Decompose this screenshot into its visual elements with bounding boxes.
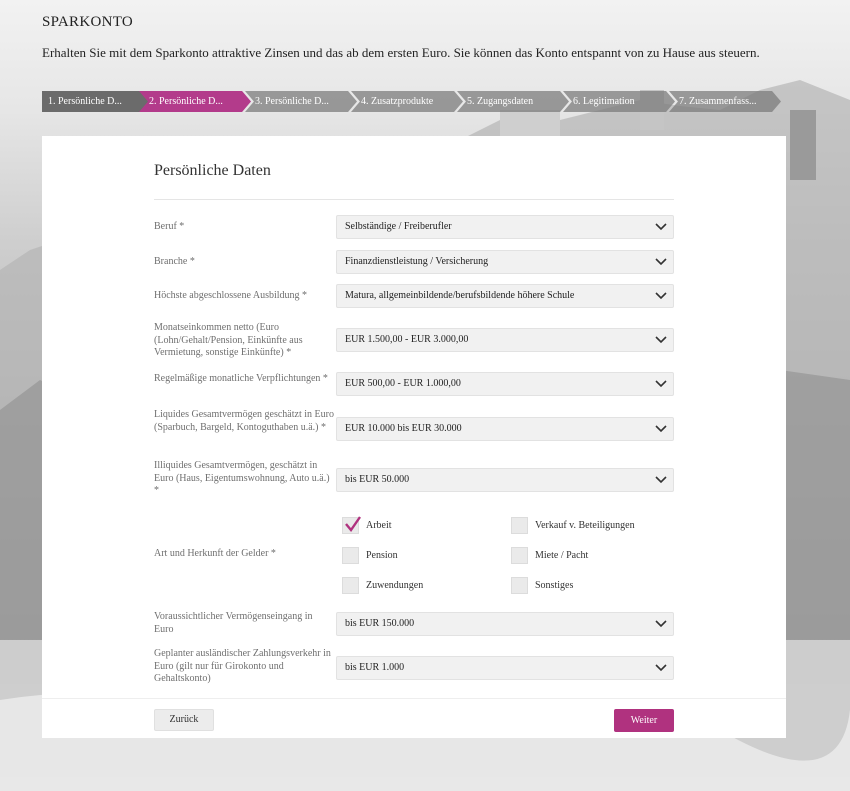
einkommen-select[interactable]: EUR 1.500,00 - EUR 3.000,00	[336, 328, 674, 352]
checkbox[interactable]	[511, 517, 528, 534]
funds-label: Art und Herkunft der Gelder *	[154, 548, 276, 559]
form-card: Persönliche Daten Beruf * Selbständige /…	[42, 136, 786, 738]
check-label: Verkauf v. Beteiligungen	[535, 520, 635, 531]
chevron-down-icon	[655, 664, 667, 672]
verpflichtungen-label: Regelmäßige monatliche Verpflichtungen *	[154, 373, 328, 384]
check-label: Sonstiges	[535, 580, 574, 591]
illiquides-select[interactable]: bis EUR 50.000	[336, 468, 674, 492]
chevron-down-icon	[655, 425, 667, 433]
vermoegenseingang-value: bis EUR 150.000	[345, 618, 415, 629]
illiquides-label: Illiquides Gesamtvermögen, geschätzt in …	[154, 460, 330, 496]
einkommen-value: EUR 1.500,00 - EUR 3.000,00	[345, 334, 469, 345]
liquides-select[interactable]: EUR 10.000 bis EUR 30.000	[336, 417, 674, 441]
verpflichtungen-value: EUR 500,00 - EUR 1.000,00	[345, 378, 461, 389]
step-3[interactable]: 3. Persönliche D...	[245, 91, 357, 112]
check-label: Zuwendungen	[366, 580, 424, 591]
funds-option-verkauf[interactable]: Verkauf v. Beteiligungen	[511, 517, 635, 534]
zahlungsverkehr-select[interactable]: bis EUR 1.000	[336, 656, 674, 680]
funds-option-sonstiges[interactable]: Sonstiges	[511, 577, 573, 594]
chevron-down-icon	[655, 258, 667, 266]
back-button[interactable]: Zurück	[154, 709, 214, 731]
chevron-down-icon	[655, 336, 667, 344]
chevron-down-icon	[655, 380, 667, 388]
check-label: Arbeit	[366, 520, 392, 531]
funds-option-arbeit[interactable]: Arbeit	[342, 516, 392, 534]
vermoegenseingang-label: Voraussichtlicher Vermögenseingang in Eu…	[154, 611, 313, 635]
checkbox[interactable]	[342, 516, 361, 534]
einkommen-label: Monatseinkommen netto (Euro (Lohn/Gehalt…	[154, 322, 303, 358]
step-4[interactable]: 4. Zusatzprodukte	[351, 91, 463, 112]
checkbox[interactable]	[342, 547, 359, 564]
beruf-value: Selbständige / Freiberufler	[345, 221, 452, 232]
step-7[interactable]: 7. Zusammenfass...	[669, 91, 781, 112]
liquides-label: Liquides Gesamtvermögen geschätzt in Eur…	[154, 409, 334, 433]
check-label: Miete / Pacht	[535, 550, 589, 561]
checkbox[interactable]	[511, 577, 528, 594]
funds-option-pension[interactable]: Pension	[342, 547, 398, 564]
funds-option-zuwendungen[interactable]: Zuwendungen	[342, 577, 423, 594]
branche-select[interactable]: Finanzdienstleistung / Versicherung	[336, 250, 674, 274]
step-5[interactable]: 5. Zugangsdaten	[457, 91, 569, 112]
beruf-select[interactable]: Selbständige / Freiberufler	[336, 215, 674, 239]
zahlungsverkehr-label: Geplanter ausländischer Zahlungsverkehr …	[154, 648, 331, 684]
step-6[interactable]: 6. Legitimation	[563, 91, 675, 112]
funds-option-miete[interactable]: Miete / Pacht	[511, 547, 588, 564]
step-progress: 1. Persönliche D... 2. Persönliche D... …	[42, 91, 787, 112]
chevron-down-icon	[655, 223, 667, 231]
illiquides-value: bis EUR 50.000	[345, 474, 410, 485]
checkbox[interactable]	[342, 577, 359, 594]
footer-divider	[42, 698, 786, 699]
page-title: SPARKONTO	[42, 14, 134, 30]
page-header: SPARKONTO	[42, 14, 133, 31]
title-divider	[154, 199, 674, 200]
form-title: Persönliche Daten	[154, 162, 271, 179]
liquides-value: EUR 10.000 bis EUR 30.000	[345, 423, 462, 434]
branche-label: Branche *	[154, 256, 195, 267]
vermoegenseingang-select[interactable]: bis EUR 150.000	[336, 612, 674, 636]
page-subtitle: Erhalten Sie mit dem Sparkonto attraktiv…	[42, 45, 760, 60]
step-1[interactable]: 1. Persönliche D...	[42, 91, 154, 112]
ausbildung-select[interactable]: Matura, allgemeinbildende/berufsbildende…	[336, 284, 674, 308]
ausbildung-label: Höchste abgeschlossene Ausbildung *	[154, 290, 308, 301]
beruf-label: Beruf *	[154, 221, 185, 232]
chevron-down-icon	[655, 292, 667, 300]
chevron-down-icon	[655, 476, 667, 484]
chevron-down-icon	[655, 620, 667, 628]
checkbox[interactable]	[511, 547, 528, 564]
check-label: Pension	[366, 550, 398, 561]
checkmark-icon	[345, 516, 361, 532]
zahlungsverkehr-value: bis EUR 1.000	[345, 662, 405, 673]
next-button[interactable]: Weiter	[614, 709, 674, 732]
verpflichtungen-select[interactable]: EUR 500,00 - EUR 1.000,00	[336, 372, 674, 396]
branche-value: Finanzdienstleistung / Versicherung	[345, 256, 489, 267]
step-2[interactable]: 2. Persönliche D...	[139, 91, 251, 112]
ausbildung-value: Matura, allgemeinbildende/berufsbildende…	[345, 290, 575, 301]
